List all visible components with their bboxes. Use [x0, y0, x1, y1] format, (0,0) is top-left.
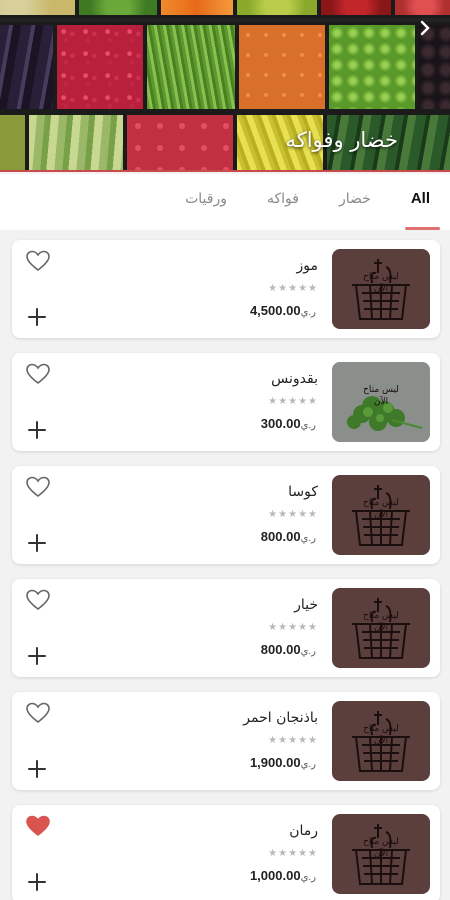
tab-leafy[interactable]: ورقيات [165, 174, 247, 230]
tab-vegetables[interactable]: خضار [319, 174, 391, 230]
product-image[interactable]: ليس متاح الآن [332, 475, 430, 555]
product-name: بقدونس [271, 371, 318, 387]
svg-text:ليس متاح: ليس متاح [363, 611, 399, 621]
plus-icon[interactable] [26, 306, 48, 328]
price-value: 1,900.00 [249, 755, 301, 770]
product-price: ر.ي4,500.00 [250, 303, 318, 318]
svg-text:ليس متاح: ليس متاح [363, 724, 399, 734]
product-price: ر.ي800.00 [261, 529, 318, 544]
tab-all[interactable]: All [404, 174, 441, 230]
product-card[interactable]: ليس متاح الآن باذنجان احمر ★★★★★ ر.ي1,90… [12, 692, 440, 790]
plus-icon[interactable] [26, 419, 48, 441]
currency-label: ر.ي [300, 307, 316, 318]
hero-title: خضار وفواكه [285, 128, 398, 152]
currency-label: ر.ي [300, 759, 316, 770]
product-list: ليس متاح الآن موز ★★★★★ ر.ي4,500.00 ليس … [12, 240, 440, 900]
svg-text:الآن: الآن [374, 734, 388, 746]
svg-text:ليس متاح: ليس متاح [363, 272, 399, 282]
heart-icon[interactable] [26, 589, 50, 611]
product-image[interactable]: ليس متاح الآن [332, 701, 430, 781]
product-card[interactable]: ليس متاح الآن بقدونس ★★★★★ ر.ي300.00 [12, 353, 440, 451]
hero-banner: خضار وفواكه [0, 0, 450, 172]
product-card[interactable]: ليس متاح الآن خيار ★★★★★ ر.ي800.00 [12, 579, 440, 677]
product-price: ر.ي800.00 [261, 642, 318, 657]
heart-icon[interactable] [26, 815, 50, 837]
heart-icon[interactable] [26, 476, 50, 498]
product-name: كوسا [288, 484, 318, 500]
rating-stars: ★★★★★ [268, 396, 318, 407]
rating-stars: ★★★★★ [268, 848, 318, 859]
product-price: ر.ي1,900.00 [250, 755, 318, 770]
heart-icon[interactable] [26, 363, 50, 385]
product-image[interactable]: ليس متاح الآن [332, 249, 430, 329]
product-name: خيار [294, 597, 318, 613]
product-image[interactable]: ليس متاح الآن [332, 814, 430, 894]
svg-text:ليس متاح: ليس متاح [363, 498, 399, 508]
currency-label: ر.ي [300, 420, 316, 431]
product-price: ر.ي1,000.00 [250, 868, 318, 883]
plus-icon[interactable] [26, 645, 48, 667]
currency-label: ر.ي [300, 646, 316, 657]
svg-text:الآن: الآن [374, 282, 388, 294]
tab-fruits[interactable]: فواكه [247, 174, 319, 230]
rating-stars: ★★★★★ [268, 283, 318, 294]
plus-icon[interactable] [26, 871, 48, 893]
svg-text:الآن: الآن [374, 847, 388, 859]
chevron-right-icon[interactable] [420, 20, 430, 41]
price-value: 4,500.00 [249, 303, 301, 318]
rating-stars: ★★★★★ [268, 509, 318, 520]
price-value: 800.00 [260, 529, 301, 544]
svg-text:الآن: الآن [374, 395, 388, 407]
price-value: 1,000.00 [249, 868, 301, 883]
product-card[interactable]: ليس متاح الآن رمان ★★★★★ ر.ي1,000.00 [12, 805, 440, 900]
category-tabs: All خضار فواكه ورقيات [0, 174, 450, 230]
svg-text:الآن: الآن [374, 621, 388, 633]
product-name: باذنجان احمر [243, 710, 318, 726]
currency-label: ر.ي [300, 872, 316, 883]
product-price: ر.ي300.00 [261, 416, 318, 431]
price-value: 800.00 [260, 642, 301, 657]
svg-text:الآن: الآن [374, 508, 388, 520]
rating-stars: ★★★★★ [268, 735, 318, 746]
product-image[interactable]: ليس متاح الآن [332, 362, 430, 442]
product-name: رمان [289, 823, 318, 839]
product-name: موز [296, 258, 319, 274]
heart-icon[interactable] [26, 250, 50, 272]
svg-text:ليس متاح: ليس متاح [363, 837, 399, 847]
price-value: 300.00 [260, 416, 301, 431]
rating-stars: ★★★★★ [268, 622, 318, 633]
product-card[interactable]: ليس متاح الآن كوسا ★★★★★ ر.ي800.00 [12, 466, 440, 564]
heart-icon[interactable] [26, 702, 50, 724]
svg-text:ليس متاح: ليس متاح [363, 385, 399, 395]
product-card[interactable]: ليس متاح الآن موز ★★★★★ ر.ي4,500.00 [12, 240, 440, 338]
plus-icon[interactable] [26, 758, 48, 780]
plus-icon[interactable] [26, 532, 48, 554]
product-image[interactable]: ليس متاح الآن [332, 588, 430, 668]
currency-label: ر.ي [300, 533, 316, 544]
